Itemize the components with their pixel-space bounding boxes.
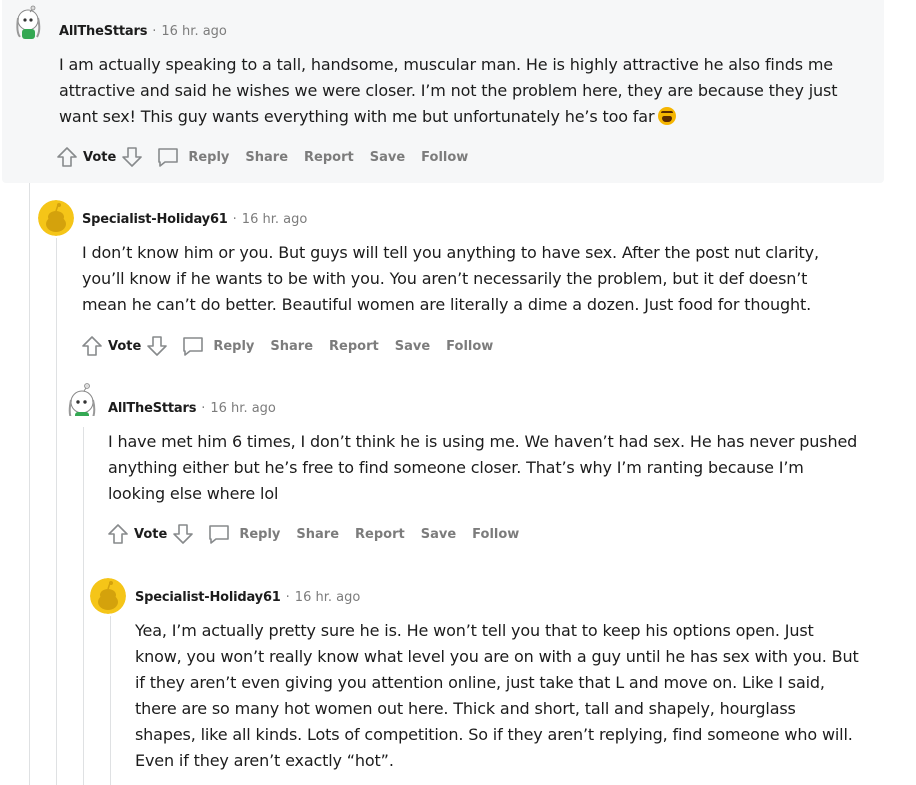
comment-body: Yea, I’m actually pretty sure he is. He …	[135, 618, 905, 774]
follow-button[interactable]: Follow	[472, 527, 519, 542]
comment-line: Yea, I’m actually pretty sure he is. He …	[135, 621, 814, 640]
comment-body: I don’t know him or you. But guys will t…	[82, 240, 882, 318]
comment: Specialist-Holiday61 · 16 hr. ago I don’…	[0, 0, 916, 785]
reply-button[interactable]: Reply	[239, 527, 280, 542]
report-button[interactable]: Report	[355, 527, 405, 542]
avatar[interactable]	[90, 578, 126, 614]
username[interactable]: AllTheSttars	[108, 401, 196, 416]
timestamp[interactable]: 16 hr. ago	[210, 401, 276, 416]
share-button[interactable]: Share	[296, 527, 339, 542]
comment-line: there are so many hot women out here. Th…	[135, 699, 796, 718]
comment-line: mean he can’t do better. Beautiful women…	[82, 295, 812, 314]
comment-line: looking else where lol	[108, 484, 279, 503]
comment-line: know, you won’t really know what level y…	[135, 647, 859, 666]
timestamp[interactable]: 16 hr. ago	[242, 212, 308, 227]
timestamp[interactable]: 16 hr. ago	[295, 590, 361, 605]
save-button[interactable]: Save	[395, 339, 430, 354]
comment-line: I don’t know him or you. But guys will t…	[82, 243, 819, 262]
separator-dot: ·	[232, 211, 237, 227]
downvote-arrow-icon[interactable]	[171, 522, 195, 546]
upvote-arrow-icon[interactable]	[80, 334, 104, 358]
comment-line: I have met him 6 times, I don’t think he…	[108, 432, 858, 451]
comment-line: shapes, like all kinds. Lots of competit…	[135, 725, 853, 744]
avatar[interactable]	[63, 380, 99, 416]
comment-bubble-icon[interactable]	[181, 334, 205, 358]
comment-line: if they aren’t even giving you attention…	[135, 673, 825, 692]
avatar[interactable]	[38, 200, 74, 236]
share-button[interactable]: Share	[270, 339, 313, 354]
reply-button[interactable]: Reply	[213, 339, 254, 354]
report-button[interactable]: Report	[329, 339, 379, 354]
username[interactable]: Specialist-Holiday61	[135, 590, 281, 605]
follow-button[interactable]: Follow	[446, 339, 493, 354]
downvote-arrow-icon[interactable]	[145, 334, 169, 358]
separator-dot: ·	[285, 589, 290, 605]
username[interactable]: Specialist-Holiday61	[82, 212, 228, 227]
comment-line: Even if they aren’t exactly “hot”.	[135, 751, 394, 770]
comment-body: I have met him 6 times, I don’t think he…	[108, 429, 898, 507]
comment-bubble-icon[interactable]	[207, 522, 231, 546]
comment-line: you’ll know if he wants to be with you. …	[82, 269, 808, 288]
separator-dot: ·	[201, 400, 206, 416]
upvote-arrow-icon[interactable]	[106, 522, 130, 546]
save-button[interactable]: Save	[421, 527, 456, 542]
comment-line: anything either but he’s free to find so…	[108, 458, 804, 477]
vote-count: Vote	[134, 526, 168, 542]
vote-count: Vote	[108, 338, 142, 354]
